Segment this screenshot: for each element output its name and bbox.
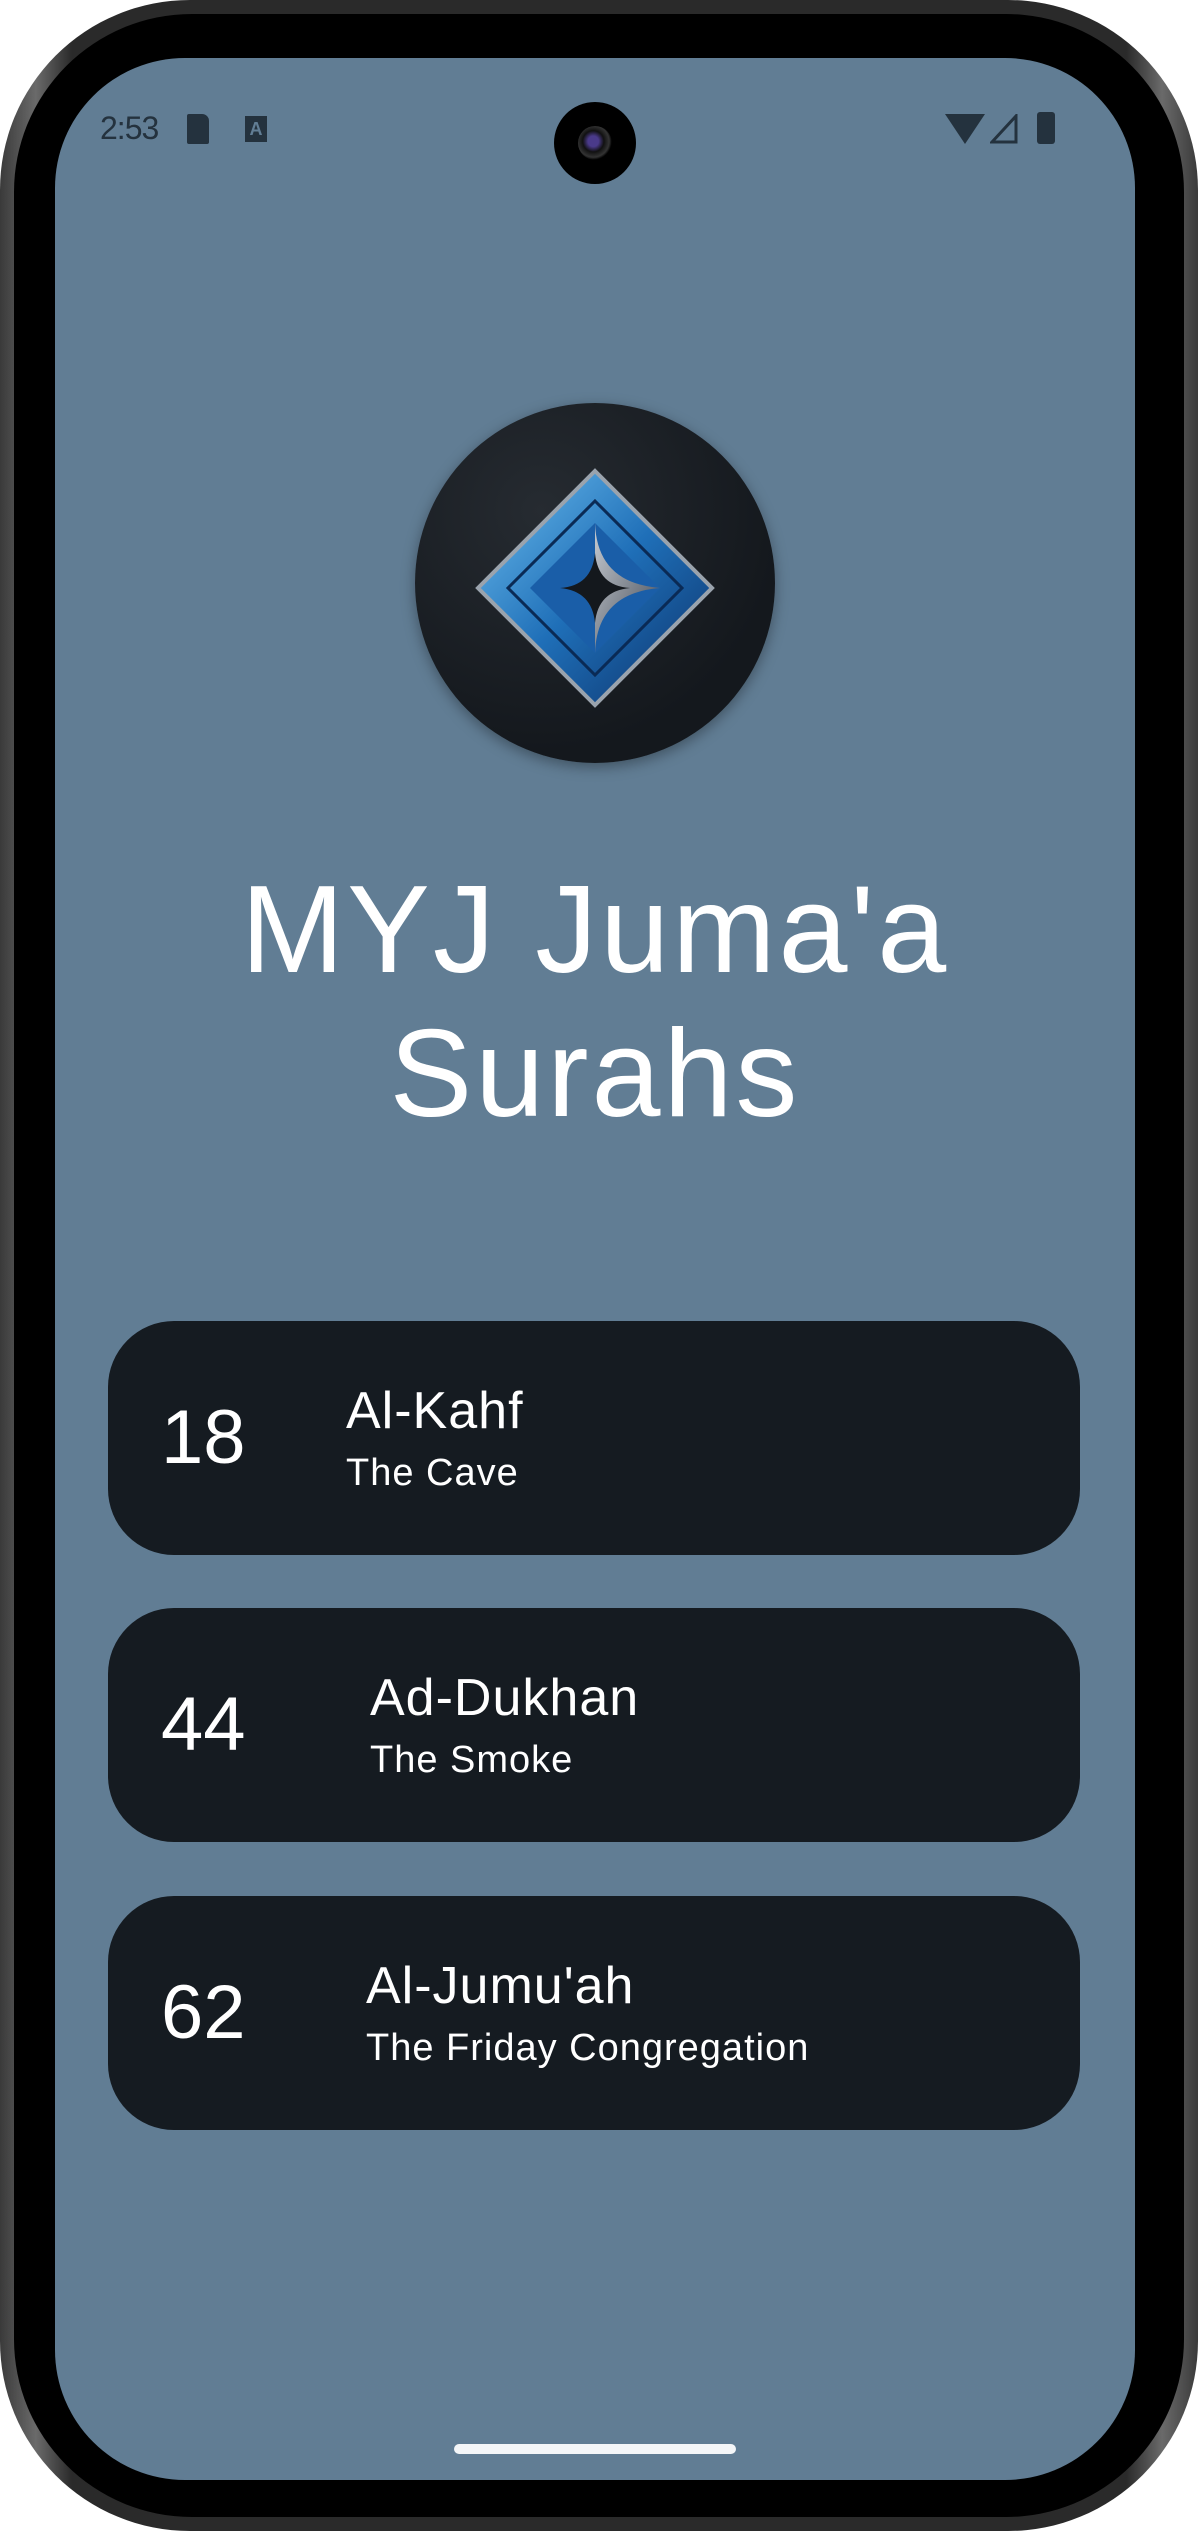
home-indicator[interactable] <box>454 2444 736 2454</box>
diamond-logo-icon <box>475 468 715 708</box>
surah-translation: The Smoke <box>370 1739 574 1781</box>
autofill-a-icon: A <box>245 116 267 142</box>
signal-icon <box>990 114 1018 144</box>
app-logo <box>415 403 775 763</box>
surah-number: 18 <box>161 1395 246 1480</box>
screen: 2:53 A MYJ Juma'a Surahs 18 Al-Kahf The … <box>55 58 1135 2480</box>
surah-translation: The Cave <box>346 1452 519 1494</box>
surah-translation: The Friday Congregation <box>366 2027 810 2069</box>
surah-number: 62 <box>161 1970 246 2055</box>
status-bar: 2:53 A <box>55 58 1135 198</box>
surah-card-44[interactable]: 44 Ad-Dukhan The Smoke <box>108 1608 1080 1842</box>
phone-frame: 2:53 A MYJ Juma'a Surahs 18 Al-Kahf The … <box>0 0 1198 2531</box>
front-camera <box>554 102 636 184</box>
surah-name: Al-Kahf <box>346 1382 524 1440</box>
surah-card-18[interactable]: 18 Al-Kahf The Cave <box>108 1321 1080 1555</box>
surah-name: Ad-Dukhan <box>370 1669 640 1727</box>
wifi-icon <box>945 114 985 144</box>
battery-icon <box>1037 112 1055 144</box>
sd-card-icon <box>187 114 209 144</box>
surah-name: Al-Jumu'ah <box>366 1957 635 2015</box>
surah-card-62[interactable]: 62 Al-Jumu'ah The Friday Congregation <box>108 1896 1080 2130</box>
status-time: 2:53 <box>100 110 159 146</box>
app-title: MYJ Juma'a Surahs <box>240 861 950 1143</box>
surah-number: 44 <box>161 1682 246 1767</box>
